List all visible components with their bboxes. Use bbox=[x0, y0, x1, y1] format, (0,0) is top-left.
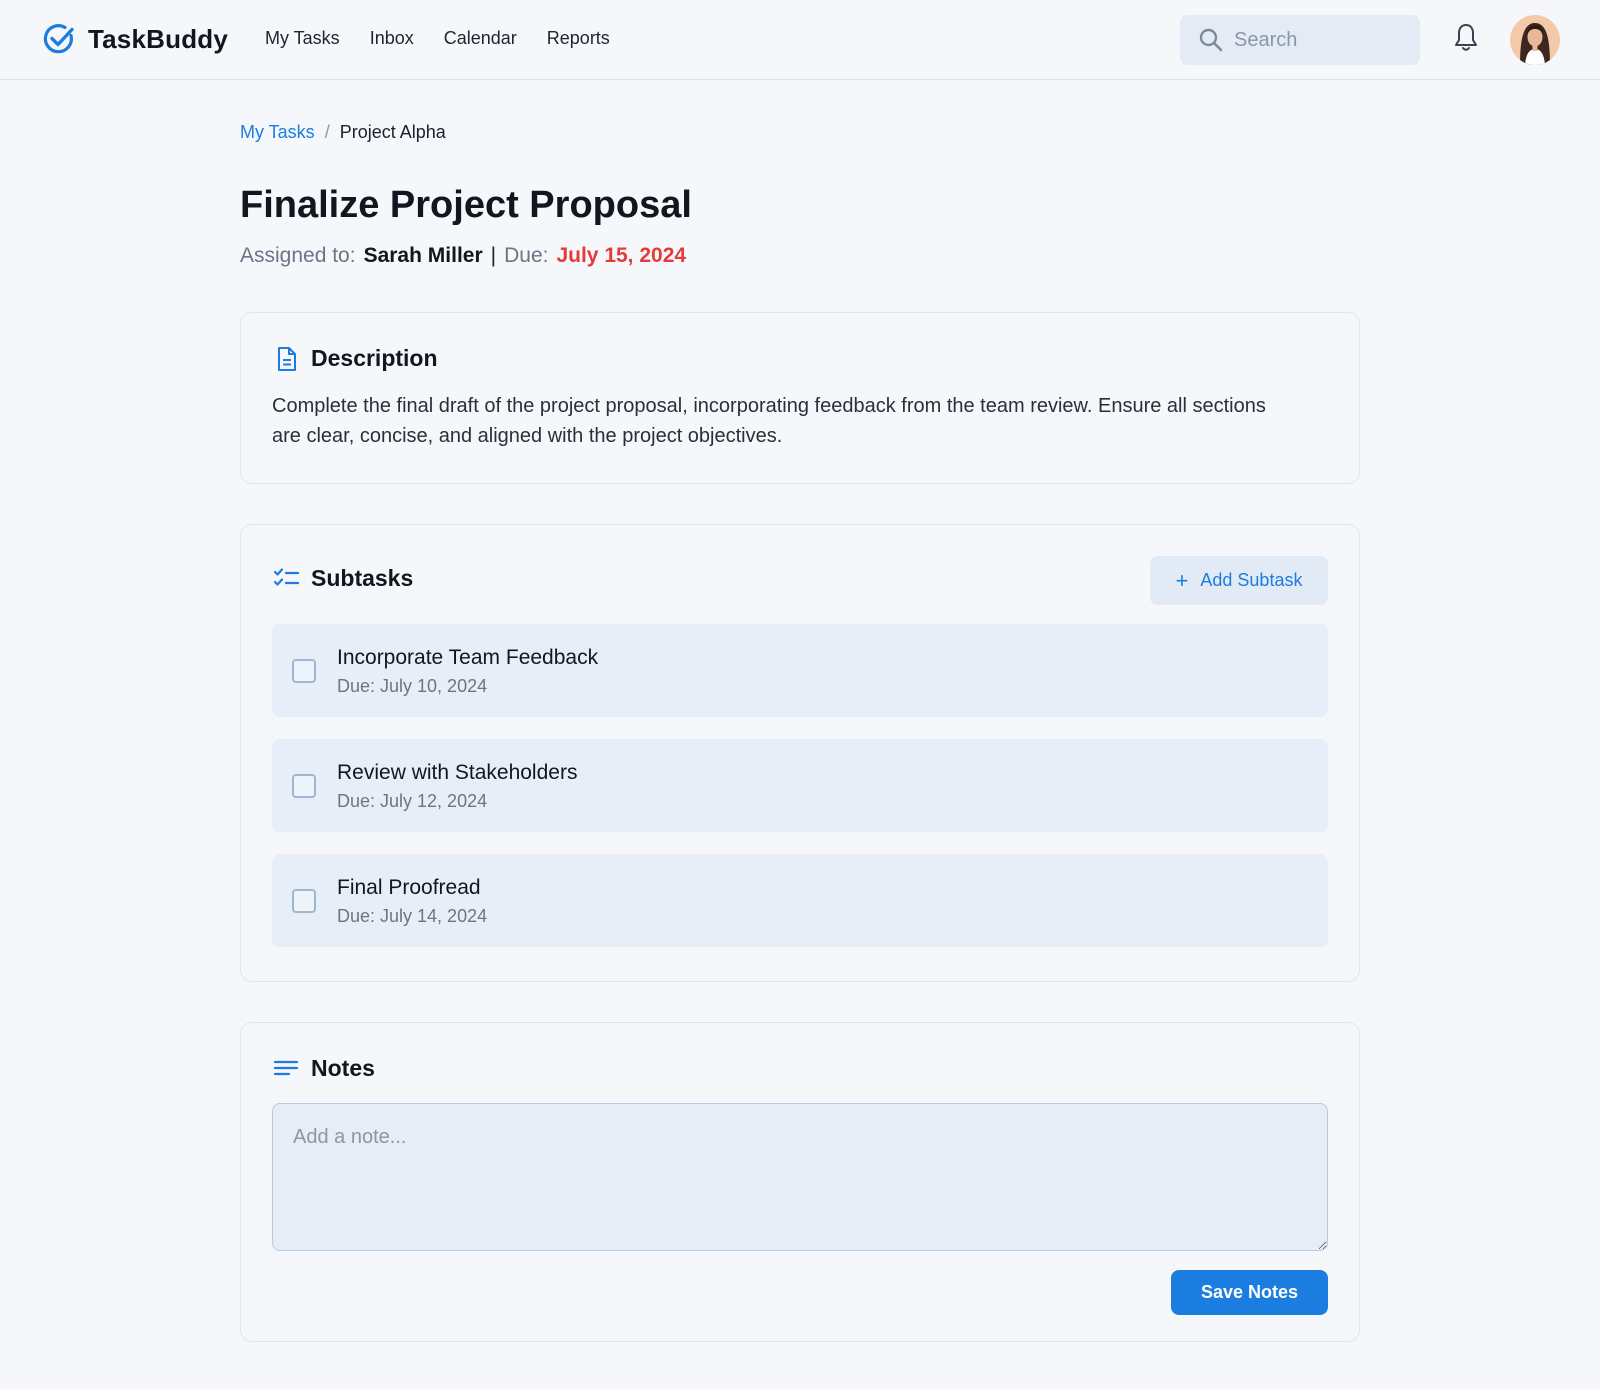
subtask-item[interactable]: Incorporate Team Feedback Due: July 10, … bbox=[272, 624, 1328, 717]
page-title: Finalize Project Proposal bbox=[240, 184, 692, 226]
subtask-name: Final Proofread bbox=[337, 876, 481, 899]
search-input[interactable] bbox=[1234, 28, 1404, 52]
subtask-checkbox[interactable] bbox=[292, 659, 316, 683]
breadcrumb-link-my-tasks[interactable]: My Tasks bbox=[240, 122, 315, 143]
subtask-item[interactable]: Final Proofread Due: July 14, 2024 bbox=[272, 854, 1328, 947]
notes-heading: Notes bbox=[311, 1055, 375, 1081]
add-subtask-label: Add Subtask bbox=[1200, 570, 1303, 590]
notes-textarea[interactable] bbox=[272, 1103, 1328, 1251]
search-box[interactable] bbox=[1180, 15, 1420, 65]
subtasks-card: Subtasks + Add Subtask Incorporate Team … bbox=[240, 524, 1360, 982]
description-header: Description bbox=[273, 345, 438, 372]
plus-icon: + bbox=[1175, 567, 1189, 593]
bell-icon[interactable] bbox=[1452, 22, 1480, 54]
subtask-due: Due: July 12, 2024 bbox=[337, 791, 488, 811]
check-circle-icon bbox=[43, 24, 74, 54]
nav-inbox[interactable]: Inbox bbox=[370, 28, 414, 49]
breadcrumb-current: Project Alpha bbox=[339, 122, 446, 142]
top-navigation-bar: TaskBuddy My Tasks Inbox Calendar Report… bbox=[0, 0, 1600, 80]
checklist-icon bbox=[273, 567, 299, 586]
subtask-name: Incorporate Team Feedback bbox=[337, 646, 599, 669]
nav-calendar[interactable]: Calendar bbox=[444, 28, 517, 49]
notes-card: Notes Save Notes bbox=[240, 1022, 1360, 1342]
subtask-due: Due: July 10, 2024 bbox=[337, 676, 488, 696]
search-icon bbox=[1199, 28, 1223, 52]
document-icon bbox=[278, 346, 296, 371]
nav-my-tasks[interactable]: My Tasks bbox=[265, 28, 340, 49]
assigned-label: Assigned to: bbox=[240, 244, 356, 267]
subtasks-heading: Subtasks bbox=[311, 565, 414, 591]
save-notes-button[interactable]: Save Notes bbox=[1171, 1270, 1328, 1315]
subtask-due: Due: July 14, 2024 bbox=[337, 906, 488, 926]
breadcrumb-separator: / bbox=[324, 122, 330, 142]
brand-name: TaskBuddy bbox=[88, 23, 229, 54]
user-avatar-icon bbox=[1510, 15, 1560, 65]
brand[interactable]: TaskBuddy bbox=[42, 22, 228, 56]
subtasks-header: Subtasks bbox=[273, 565, 413, 592]
avatar[interactable] bbox=[1510, 15, 1560, 65]
subtask-name: Review with Stakeholders bbox=[337, 761, 578, 784]
description-text: Complete the final draft of the project … bbox=[272, 395, 1266, 447]
breadcrumb: My Tasks / Project Alpha bbox=[240, 122, 446, 143]
lines-icon bbox=[273, 1060, 299, 1075]
task-meta: Assigned to: Sarah Miller | Due: July 15… bbox=[240, 244, 686, 268]
description-card: Description Complete the final draft of … bbox=[240, 312, 1360, 484]
subtask-checkbox[interactable] bbox=[292, 889, 316, 913]
nav-reports[interactable]: Reports bbox=[547, 28, 610, 49]
due-label: Due: bbox=[504, 244, 549, 267]
assignee-name: Sarah Miller bbox=[363, 244, 483, 267]
due-date: July 15, 2024 bbox=[556, 244, 687, 267]
meta-divider: | bbox=[490, 244, 497, 267]
notes-header: Notes bbox=[273, 1055, 375, 1082]
main-nav: My Tasks Inbox Calendar Reports bbox=[265, 28, 610, 49]
add-subtask-button[interactable]: + Add Subtask bbox=[1150, 556, 1328, 605]
description-heading: Description bbox=[311, 345, 438, 371]
subtask-item[interactable]: Review with Stakeholders Due: July 12, 2… bbox=[272, 739, 1328, 832]
subtask-checkbox[interactable] bbox=[292, 774, 316, 798]
